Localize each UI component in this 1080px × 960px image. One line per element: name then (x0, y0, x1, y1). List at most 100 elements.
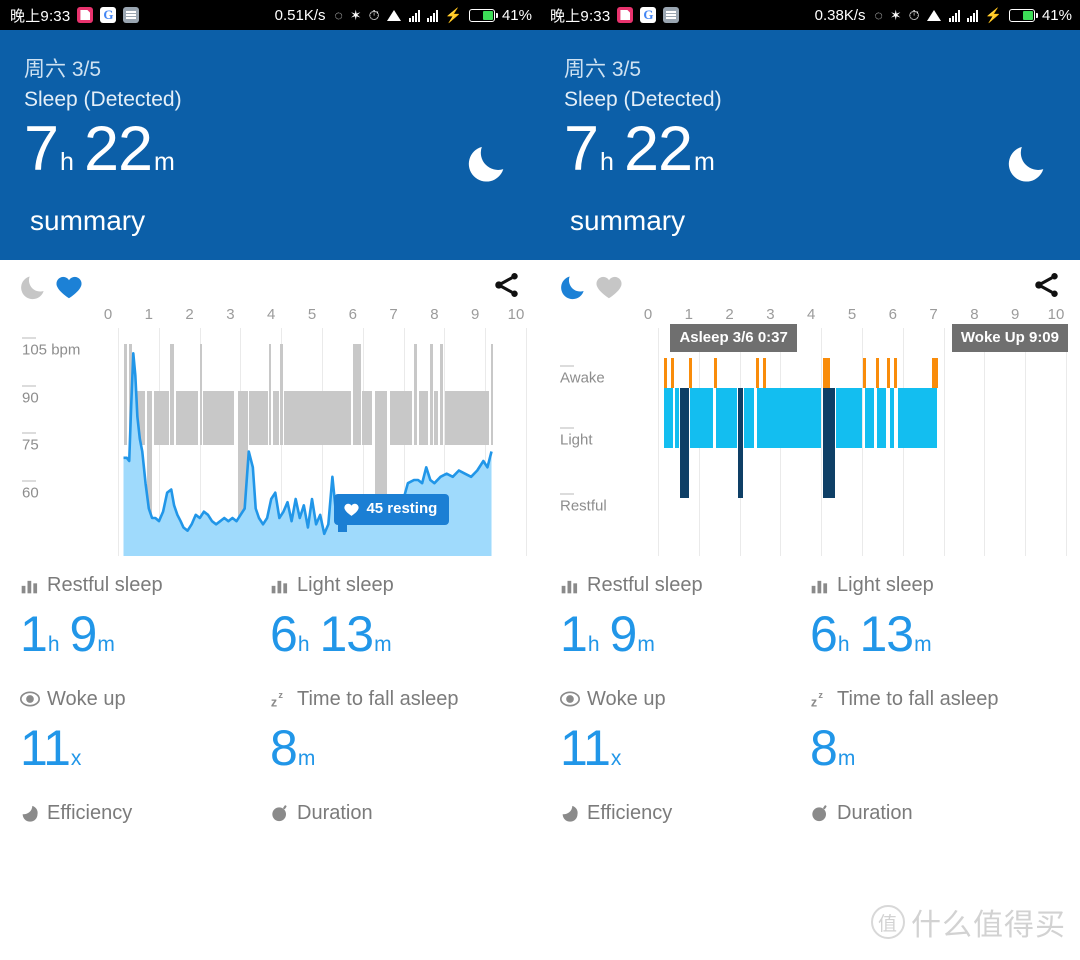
x-tick-label: 8 (970, 306, 979, 323)
svg-text:z: z (818, 690, 823, 700)
stat-cell-restful-sleep[interactable]: Restful sleep 1 h 9 m (560, 570, 810, 684)
eye-icon (560, 689, 580, 709)
alarm-icon: ⏱ (368, 7, 380, 23)
panel-right: 晚上9:33 G 0.38K/s ◌ ✶ ⏱ ⚡ 41% 周六 3/5 Slee… (540, 0, 1080, 960)
stat-unit-primary: x (70, 747, 82, 770)
share-icon[interactable] (1032, 270, 1062, 300)
stat-label: Duration (297, 801, 373, 824)
sleep-segment-awake (934, 358, 938, 388)
stat-number-primary: 6 (810, 606, 838, 662)
wifi-icon (926, 9, 942, 21)
stat-label: Duration (837, 801, 913, 824)
stat-unit-secondary: m (374, 633, 392, 656)
stat-cell-light-sleep[interactable]: Light sleep 6 h 13 m (270, 570, 520, 684)
google-icon: G (100, 7, 117, 23)
x-tick-label: 5 (307, 306, 317, 323)
stat-cell-efficiency[interactable]: Efficiency (20, 798, 270, 828)
stat-unit-primary: m (297, 747, 316, 770)
share-icon[interactable] (492, 270, 522, 300)
moon-tab-icon[interactable] (18, 272, 48, 302)
stat-cell-time-to-fall-asleep[interactable]: z z Time to fall asleep 8 m (270, 684, 520, 798)
stat-cell-time-to-fall-asleep[interactable]: z z Time to fall asleep 8 m (810, 684, 1060, 798)
duration-hours-unit: h (600, 148, 614, 176)
stat-cell-restful-sleep[interactable]: Restful sleep 1 h 9 m (20, 570, 270, 684)
stat-cell-duration[interactable]: Duration (270, 798, 520, 828)
sleep-segment-awake (823, 358, 830, 388)
stat-cell-light-sleep[interactable]: Light sleep 6 h 13 m (810, 570, 1060, 684)
stat-row: Efficiency Duration (20, 798, 520, 828)
sleep-segment-awake (863, 358, 867, 388)
sleep-plot-area: Awake Light Restful Asleep 3/6 0:37 Woke Up … (540, 324, 1080, 556)
sleep-segment-awake (894, 358, 898, 388)
stat-label-row: Efficiency (20, 798, 270, 828)
x-tick-label: 6 (348, 306, 357, 323)
sleep-segment-light (715, 388, 737, 448)
stat-cell-duration[interactable]: Duration (810, 798, 1060, 828)
grid-line (984, 328, 986, 556)
status-bar-left: 晚上9:33 G 0.51K/s ◌ ✶ ⏱ ⚡ 41% (0, 0, 540, 30)
stopwatch-icon (810, 803, 830, 823)
stage-label-restful: Restful (560, 497, 607, 515)
stat-value: 6 h 13 m (810, 604, 1060, 664)
stat-unit-primary: h (587, 633, 600, 656)
moon-icon (468, 146, 504, 182)
stat-number-primary: 1 (560, 606, 588, 662)
sleep-segment-light (877, 388, 887, 448)
x-tick-label: 8 (430, 306, 439, 323)
summary-tab[interactable]: summary (30, 205, 516, 237)
stopwatch-icon (270, 803, 290, 823)
stat-label-row: Woke up (560, 684, 810, 714)
stat-cell-woke-up[interactable]: Woke up 11 x (560, 684, 810, 798)
stat-value: 8m (270, 718, 520, 778)
duration-hours-unit: h (60, 148, 74, 176)
x-tick-label: 2 (725, 306, 734, 323)
x-tick-label: 1 (144, 306, 153, 323)
sleep-segment-light (889, 388, 894, 448)
stat-cell-woke-up[interactable]: Woke up 11 x (20, 684, 270, 798)
summary-tab[interactable]: summary (570, 205, 1056, 237)
stat-row: Woke up 11 x z z Time to fall asleep 8 m (20, 684, 520, 798)
stat-number-secondary: 9 (609, 606, 638, 662)
stat-number-primary: 11 (20, 720, 71, 776)
sleep-segment-awake (714, 358, 718, 388)
stat-cell-efficiency[interactable]: Efficiency (560, 798, 810, 828)
bar-chart-icon (20, 575, 40, 595)
stat-value: 1h9m (560, 604, 810, 664)
stat-label-row: Duration (810, 798, 1060, 828)
duration-minutes: 22 (623, 114, 693, 184)
stat-unit-secondary: m (97, 633, 115, 656)
stat-number-secondary: 9 (69, 606, 98, 662)
resting-hr-tooltip: 45 resting (334, 494, 450, 532)
status-bar-left-group: 晚上9:33 G (540, 5, 680, 26)
x-tick-label: 2 (185, 306, 194, 323)
stat-row: Efficiency Duration (560, 798, 1060, 828)
status-bar-right-group: 0.51K/s ◌ ✶ ⏱ ⚡ 41% (275, 7, 540, 24)
bar-chart-icon (810, 575, 830, 595)
sleep-stage-chart[interactable]: 0 1 2 3 4 5 6 7 8 9 10 Awake Light Restful Asleep 3/6 … (540, 306, 1080, 556)
grid-line (943, 328, 945, 556)
heart-icon (343, 501, 360, 518)
stat-number-primary: 11 (560, 720, 611, 776)
hr-plot-area: 105 bpm 90 75 60 45 resting (0, 328, 540, 556)
moon-tab-icon[interactable] (558, 272, 588, 302)
sleep-segment-awake (763, 358, 767, 388)
sleep-segment-light (897, 388, 937, 448)
heart-tab-icon[interactable] (594, 272, 624, 302)
sleep-segment-awake (688, 358, 693, 388)
network-rate: 0.38K/s (814, 6, 866, 24)
stat-value: 11 x (560, 718, 810, 778)
y-tick-mark (560, 365, 574, 367)
x-tick-label: 9 (471, 306, 480, 323)
heart-tab-icon[interactable] (54, 272, 84, 302)
heart-rate-chart[interactable]: 0 1 2 3 4 5 6 7 8 9 10 105 bpm 90 75 60 45 resting (0, 306, 540, 556)
x-tick-label: 7 (389, 306, 398, 323)
stat-value: 1h9m (20, 604, 270, 664)
stat-value: 11 x (20, 718, 270, 778)
sleep-segment-light (689, 388, 714, 448)
sync-icon: ◌ (874, 7, 883, 23)
zzz-icon: zz (810, 689, 830, 709)
charging-icon: ⚡ (984, 7, 1002, 23)
stat-label: Time to fall asleep (297, 687, 459, 710)
sleep-header-right: 周六 3/5 Sleep (Detected) 7 h 22 m summary (540, 30, 1080, 260)
stat-unit-secondary: m (637, 633, 655, 656)
